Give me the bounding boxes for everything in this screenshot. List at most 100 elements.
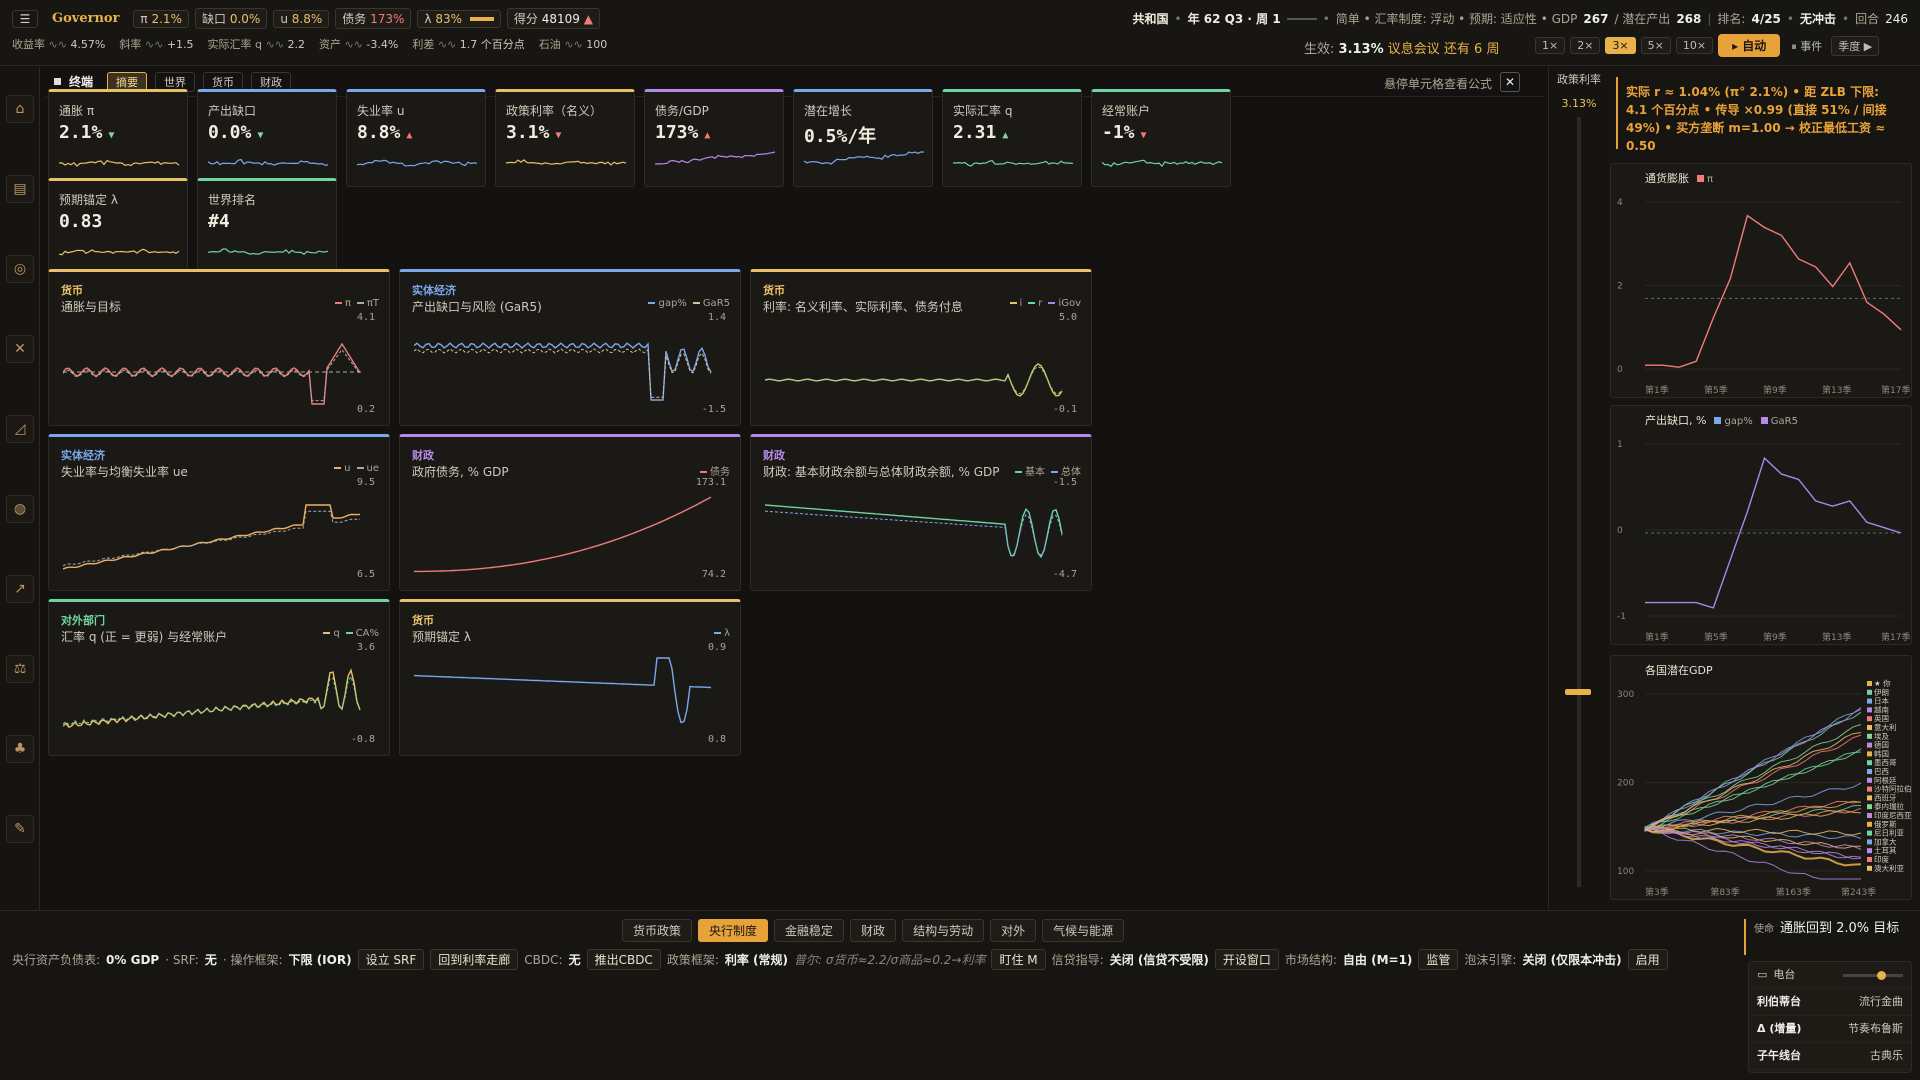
- chip-inflation[interactable]: π 2.1%: [133, 9, 189, 28]
- chip-anchoring[interactable]: λ 83%: [417, 9, 501, 28]
- mini-chart[interactable]: 通货膨胀 π 4 2 0 第1季 第5季 第9季 第13季 第17季: [1610, 163, 1912, 398]
- plant-icon[interactable]: ♣: [6, 735, 34, 763]
- bottom-tab[interactable]: 气候与能源: [1042, 919, 1125, 942]
- bottom-panel: 货币政策 央行制度 金融稳定 财政 结构与劳动 对外 气候与能源 央行资产负债表: 0% GD…: [0, 910, 1920, 1080]
- policy-rate-slider[interactable]: 政策利率 3.13%: [1548, 67, 1608, 910]
- setting-label: · SRF:: [165, 952, 199, 967]
- volume-slider[interactable]: [1843, 971, 1903, 980]
- terminal: 终端 摘要 世界 货币 财政 悬停单元格查看公式 ✕ 通胀 π 2.1% ▼ 产出缺口…: [46, 67, 1588, 937]
- rank-label: 排名:: [1717, 12, 1746, 26]
- kpi-card[interactable]: 债务/GDP 173% ▲: [644, 89, 784, 187]
- speed-10x[interactable]: 10×: [1675, 37, 1714, 54]
- speed-5x[interactable]: 5×: [1640, 37, 1671, 54]
- potential-value: 268: [1676, 11, 1702, 26]
- kpi-sparkline: [953, 159, 1074, 167]
- bottom-tab[interactable]: 结构与劳动: [902, 919, 985, 942]
- bottom-tab[interactable]: 货币政策: [622, 919, 693, 942]
- action-button[interactable]: 设立 SRF: [357, 949, 425, 970]
- station-2[interactable]: Δ (增量) 节奏布鲁斯: [1749, 1016, 1911, 1043]
- policy-rate-value: 3.13%: [1561, 97, 1597, 110]
- chart-panel[interactable]: 实体经济 失业率与均衡失业率 ue u ue 9.5 6.5: [48, 434, 390, 591]
- gdp-value: 267: [1583, 11, 1609, 26]
- regime-info: 简单 • 汇率制度: 浮动 • 预期: 适应性 • GDP: [1335, 12, 1578, 26]
- kpi-card[interactable]: 失业率 u 8.8% ▲: [346, 89, 486, 187]
- chart-icon[interactable]: ◿: [6, 415, 34, 443]
- speed-2x[interactable]: 2×: [1570, 37, 1601, 54]
- notepad-icon[interactable]: ✎: [6, 815, 34, 843]
- kpi-value: 173% ▲: [655, 122, 711, 143]
- kpi-card[interactable]: 预期锚定 λ 0.83: [48, 178, 188, 276]
- speed-3x[interactable]: 3×: [1605, 37, 1636, 54]
- chart-panel[interactable]: 财政 政府债务, % GDP 债务 173.1 74.2: [399, 434, 741, 591]
- kpi-card[interactable]: 世界排名 #4: [197, 178, 337, 276]
- mini-chart-svg: 1 0 -1 第1季 第5季 第9季 第13季 第17季: [1617, 440, 1910, 643]
- mini-chart[interactable]: 各国潜在GDP 300 200 100 第3季 第83季 第163季 第243季 ★ 你伊朗 日本…: [1610, 655, 1912, 900]
- policy-rate-label: 政策利率: [1557, 73, 1601, 86]
- country-legend: ★ 你: [1874, 678, 1891, 688]
- panel-max: 3.6: [356, 642, 375, 653]
- x-tick: 第17季: [1881, 384, 1910, 396]
- growth-icon[interactable]: ↗: [6, 575, 34, 603]
- action-button[interactable]: 推出CBDC: [586, 949, 661, 970]
- chart-panel[interactable]: 对外部门 汇率 q (正 = 更弱) 与经常账户 q CA% 3.6 -0.8: [48, 599, 390, 756]
- action-button[interactable]: 开设窗口: [1214, 949, 1279, 970]
- mini-chart[interactable]: 产出缺口, % gap% GaR5 1 0 -1 第1季 第5季 第9季 第13季 第17季: [1610, 405, 1912, 645]
- action-button[interactable]: 启用: [1627, 949, 1668, 970]
- tools-icon[interactable]: ✕: [6, 335, 34, 363]
- setting-value: 0% GDP: [106, 952, 160, 967]
- chip-debt[interactable]: 债务 173%: [335, 8, 412, 29]
- chip-unemployment[interactable]: u 8.8%: [273, 9, 330, 28]
- x-tick: 第13季: [1822, 631, 1851, 643]
- anchoring-bar: [469, 17, 494, 21]
- speed-1x[interactable]: 1×: [1535, 37, 1566, 54]
- legend-item: CA%: [345, 628, 379, 639]
- slider-thumb[interactable]: [1565, 689, 1591, 695]
- menu-icon[interactable]: ☰: [12, 9, 38, 28]
- kpi-card[interactable]: 实际汇率 q 2.31 ▲: [942, 89, 1082, 187]
- kpi-card[interactable]: 政策利率（名义） 3.1% ▼: [495, 89, 635, 187]
- coins-icon[interactable]: ◎: [6, 255, 34, 283]
- bank-icon[interactable]: ⌂: [6, 95, 34, 123]
- auto-button[interactable]: ▸ 自动: [1718, 34, 1781, 57]
- events-toggle[interactable]: ⏸ 事件: [1791, 38, 1822, 54]
- kpi-card[interactable]: 通胀 π 2.1% ▼: [48, 89, 188, 187]
- legend-item: π: [334, 298, 351, 309]
- station-3[interactable]: 子午线台 古典乐: [1749, 1043, 1911, 1070]
- chart-panel[interactable]: 货币 利率: 名义利率、实际利率、债务付息 i r iGov 5.0 -0.1: [750, 269, 1092, 426]
- station-1[interactable]: 利伯蒂台 流行金曲: [1749, 989, 1911, 1016]
- bottom-tab[interactable]: 金融稳定: [774, 919, 845, 942]
- chart-panel[interactable]: 货币 通胀与目标 π πT 4.1 0.2: [48, 269, 390, 426]
- bottom-tab[interactable]: 央行制度: [698, 919, 769, 942]
- globe-icon[interactable]: ◍: [6, 495, 34, 523]
- mission-text: 通胀回到 2.0% 目标: [1780, 921, 1900, 936]
- kpi-card[interactable]: 产出缺口 0.0% ▼: [197, 89, 337, 187]
- kpi-card[interactable]: 经常账户 -1% ▼: [1091, 89, 1231, 187]
- kpi-value: 0.5%/年: [804, 126, 877, 147]
- chart-panel[interactable]: 财政 财政: 基本财政余额与总体财政余额, % GDP 基本 总体 -1.5 -4.7: [750, 434, 1092, 591]
- scale-icon[interactable]: ⚖: [6, 655, 34, 683]
- kpi-value: 0.83: [59, 211, 103, 232]
- chip-gap[interactable]: 缺口 0.0%: [194, 8, 268, 29]
- chart-panel[interactable]: 实体经济 产出缺口与风险 (GaR5) gap% GaR5 1.4 -1.5: [399, 269, 741, 426]
- setting-label: 信贷指导:: [1051, 953, 1104, 967]
- action-button[interactable]: 回到利率走廊: [430, 949, 519, 970]
- ticker-real-fx: 实际汇率 q ∿∿ 2.2: [207, 38, 305, 51]
- bottom-tab[interactable]: 财政: [850, 919, 897, 942]
- quarter-button[interactable]: 季度 ▶: [1831, 35, 1880, 56]
- kpi-card[interactable]: 潜在增长 0.5%/年: [793, 89, 933, 187]
- panel-category: 货币: [412, 614, 434, 627]
- action-button[interactable]: 监管: [1418, 949, 1459, 970]
- legend-item: i: [1009, 298, 1022, 309]
- slider-track[interactable]: [1577, 117, 1581, 887]
- panel-legend: gap% GaR5: [648, 298, 730, 309]
- panel-chart: [765, 363, 1063, 397]
- chart-panel[interactable]: 货币 预期锚定 λ λ 0.9 0.8: [399, 599, 741, 756]
- panel-chart: [414, 342, 712, 401]
- action-button[interactable]: 盯住 M: [991, 949, 1046, 970]
- ledger-icon[interactable]: ▤: [6, 175, 34, 203]
- close-icon[interactable]: ✕: [1500, 72, 1520, 92]
- bottom-tab[interactable]: 对外: [990, 919, 1037, 942]
- chip-score[interactable]: 得分 48109 ▲: [506, 8, 600, 29]
- y-tick: 300: [1617, 690, 1634, 700]
- panel-max: 0.9: [707, 642, 726, 653]
